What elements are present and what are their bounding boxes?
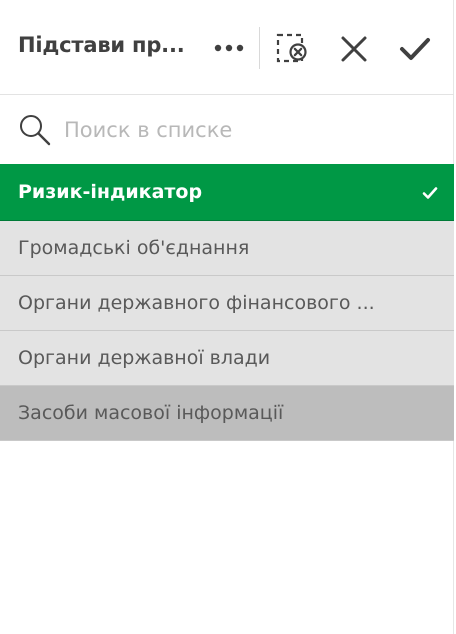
- selected-check-icon: [422, 183, 438, 205]
- list-item-label: Ризик-індикатор: [18, 181, 203, 203]
- close-icon[interactable]: [339, 34, 369, 64]
- listbox-items: Ризик-індикатор Громадські об'єднання Ор…: [0, 164, 454, 441]
- list-item[interactable]: Органи державної влади: [0, 331, 454, 386]
- list-item-label: Органи державної влади: [18, 347, 271, 369]
- list-item-label: Громадські об'єднання: [18, 237, 250, 259]
- listbox-title: Підстави пр...: [18, 33, 185, 57]
- selection-listbox-panel: Підстави пр... Поиск в списке Ризик-інди…: [0, 0, 454, 634]
- checkmark-icon[interactable]: [399, 36, 431, 62]
- search-icon: [18, 113, 52, 151]
- search-input[interactable]: [64, 114, 434, 146]
- list-item[interactable]: Ризик-індикатор: [0, 164, 454, 221]
- more-horizontal-icon[interactable]: [212, 38, 246, 58]
- list-item-label: Органи державного фінансового ...: [18, 292, 375, 314]
- list-item[interactable]: Органи державного фінансового ...: [0, 276, 454, 331]
- list-item[interactable]: Засоби масової інформації: [0, 386, 454, 441]
- listbox-toolbar: Підстави пр...: [0, 0, 454, 95]
- toolbar-divider: [259, 27, 260, 69]
- list-item-label: Засоби масової інформації: [18, 402, 284, 424]
- list-item[interactable]: Громадські об'єднання: [0, 221, 454, 276]
- clear-selection-icon[interactable]: [275, 32, 309, 66]
